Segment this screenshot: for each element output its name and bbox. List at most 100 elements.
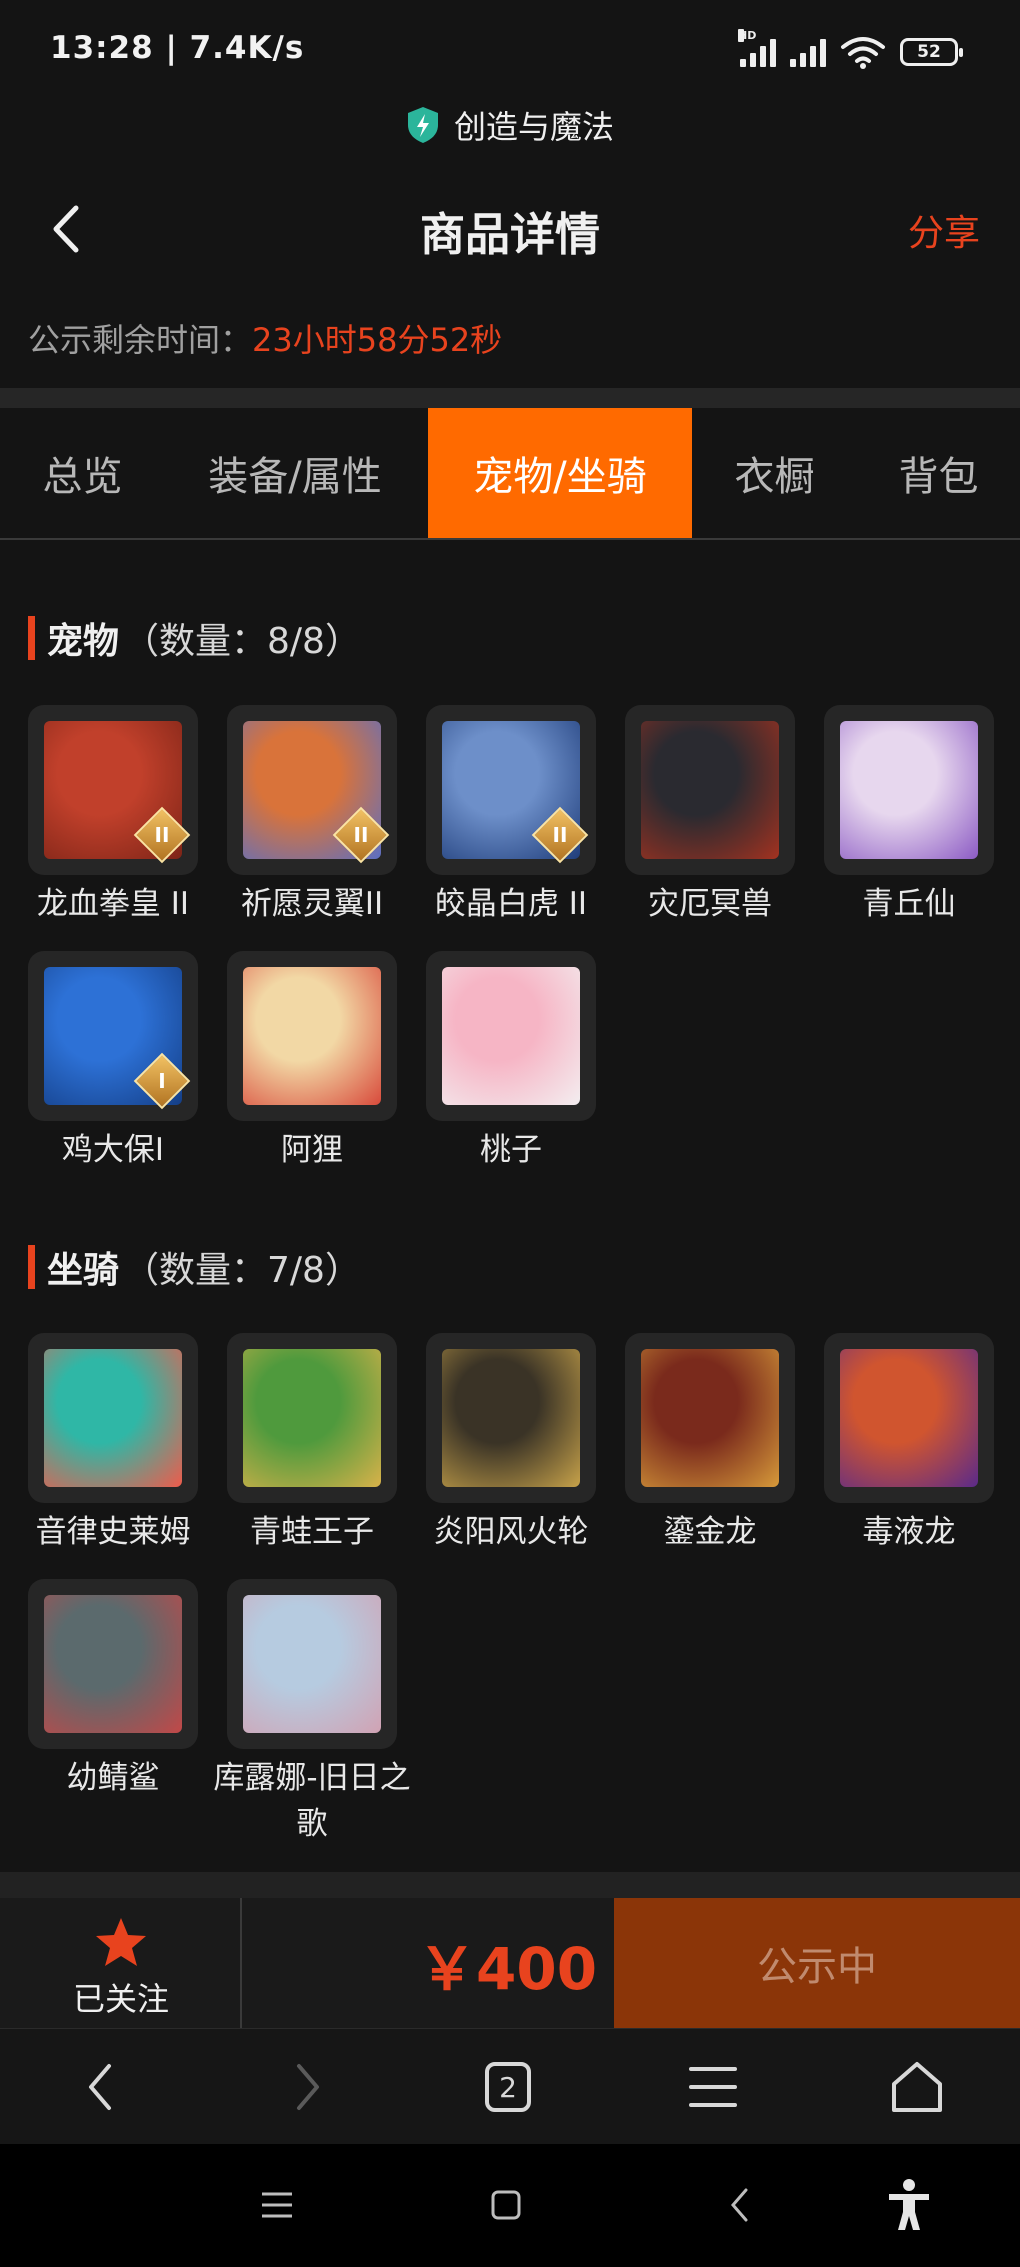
status-bar: 13:28 | 7.4K/s HD 52 bbox=[0, 0, 1020, 100]
tab-equipment[interactable]: 装备/属性 bbox=[165, 408, 425, 538]
share-button[interactable]: 分享 bbox=[908, 204, 980, 256]
tier-badge-label: I bbox=[158, 1069, 166, 1093]
pets-grid: II 龙血拳皇 II II 祈愿灵翼II II 皎晶白虎 II 灾厄冥兽 青丘仙 I 鸡大保I 阿狸… bbox=[28, 705, 1008, 1185]
divider bbox=[0, 1872, 1020, 1898]
mount-item[interactable]: 毒液龙 bbox=[824, 1333, 994, 1555]
status-button[interactable]: 公示中 bbox=[614, 1898, 1020, 2028]
shield-bolt-icon bbox=[407, 107, 438, 143]
pet-artwork bbox=[243, 967, 381, 1105]
mount-artwork bbox=[641, 1349, 779, 1487]
tab-bar: 总览 装备/属性 宠物/坐骑 衣橱 背包 bbox=[0, 408, 1020, 540]
wifi-icon bbox=[841, 37, 885, 69]
pet-item[interactable]: 青丘仙 bbox=[824, 705, 994, 927]
pet-thumbnail bbox=[625, 705, 795, 875]
mount-item[interactable]: 鎏金龙 bbox=[625, 1333, 795, 1555]
browser-back-icon[interactable] bbox=[70, 2057, 130, 2117]
mount-thumbnail bbox=[28, 1579, 198, 1749]
pet-item[interactable]: 桃子 bbox=[426, 951, 596, 1173]
pet-item[interactable]: 灾厄冥兽 bbox=[625, 705, 795, 927]
mount-item[interactable]: 音律史莱姆 bbox=[28, 1333, 198, 1555]
pet-name: 鸡大保I bbox=[61, 1132, 165, 1168]
pet-thumbnail: II bbox=[28, 705, 198, 875]
pet-thumbnail: I bbox=[28, 951, 198, 1121]
tier-badge-label: II bbox=[353, 823, 369, 847]
browser-nav: 2 bbox=[0, 2028, 1020, 2144]
pet-name: 祈愿灵翼II bbox=[240, 886, 384, 922]
page-title: 商品详情 bbox=[419, 208, 600, 261]
follow-button[interactable]: 已关注 bbox=[0, 1898, 242, 2028]
countdown-value: 23小时58分52秒 bbox=[252, 321, 503, 359]
mount-name: 毒液龙 bbox=[862, 1514, 956, 1550]
pet-artwork bbox=[840, 721, 978, 859]
mount-name: 幼鲭鲨 bbox=[66, 1760, 160, 1796]
app-badge: 创造与魔法 bbox=[0, 100, 1020, 150]
tab-wardrobe[interactable]: 衣橱 bbox=[692, 408, 857, 538]
mount-artwork bbox=[243, 1595, 381, 1733]
browser-menu-icon[interactable] bbox=[683, 2057, 743, 2117]
star-icon bbox=[96, 1918, 146, 1966]
mount-artwork bbox=[243, 1349, 381, 1487]
tier-badge-label: II bbox=[552, 823, 568, 847]
mount-name: 鎏金龙 bbox=[663, 1514, 757, 1550]
mount-name: 青蛙王子 bbox=[250, 1514, 374, 1550]
mount-thumbnail bbox=[28, 1333, 198, 1503]
mount-thumbnail bbox=[227, 1579, 397, 1749]
browser-tabs-button[interactable]: 2 bbox=[478, 2057, 538, 2117]
pet-thumbnail: II bbox=[426, 705, 596, 875]
pet-name: 灾厄冥兽 bbox=[648, 886, 772, 922]
pets-title: 宠物 bbox=[47, 621, 120, 662]
pet-item[interactable]: II 龙血拳皇 II bbox=[28, 705, 198, 927]
mounts-count: （数量：7/8） bbox=[123, 1250, 361, 1291]
accessibility-icon[interactable] bbox=[884, 2179, 934, 2230]
mount-name: 库露娜-旧日之歌 bbox=[213, 1760, 411, 1842]
mount-artwork bbox=[44, 1595, 182, 1733]
browser-home-icon[interactable] bbox=[887, 2057, 947, 2117]
page-header: 商品详情 分享 bbox=[0, 180, 1020, 280]
mount-thumbnail bbox=[426, 1333, 596, 1503]
tab-pets-mounts[interactable]: 宠物/坐骑 bbox=[428, 408, 692, 538]
pet-name: 桃子 bbox=[480, 1132, 542, 1168]
pet-item[interactable]: 阿狸 bbox=[227, 951, 397, 1173]
mount-thumbnail bbox=[625, 1333, 795, 1503]
action-bar: 已关注 ￥400 公示中 bbox=[0, 1898, 1020, 2028]
recents-icon[interactable] bbox=[252, 2180, 302, 2230]
tab-backpack[interactable]: 背包 bbox=[857, 408, 1020, 538]
app-name: 创造与魔法 bbox=[453, 108, 614, 146]
mount-name: 音律史莱姆 bbox=[35, 1514, 191, 1550]
pet-item[interactable]: II 皎晶白虎 II bbox=[426, 705, 596, 927]
countdown: 公示剩余时间：23小时58分52秒 bbox=[28, 315, 502, 361]
signal-hd-icon: HD bbox=[738, 29, 776, 67]
home-icon[interactable] bbox=[481, 2180, 531, 2230]
pet-artwork bbox=[641, 721, 779, 859]
system-nav bbox=[0, 2144, 1020, 2267]
pet-name: 皎晶白虎 II bbox=[434, 886, 588, 922]
mount-item[interactable]: 幼鲭鲨 bbox=[28, 1579, 198, 1801]
tab-overview[interactable]: 总览 bbox=[0, 408, 165, 538]
pet-name: 龙血拳皇 II bbox=[36, 886, 190, 922]
back-icon[interactable] bbox=[715, 2180, 765, 2230]
divider bbox=[0, 388, 1020, 408]
browser-forward-icon[interactable] bbox=[278, 2057, 338, 2117]
status-icons: HD 52 bbox=[738, 29, 963, 72]
tier-badge-label: II bbox=[154, 823, 170, 847]
pet-item[interactable]: I 鸡大保I bbox=[28, 951, 198, 1173]
mount-item[interactable]: 库露娜-旧日之歌 bbox=[213, 1579, 411, 1847]
mount-item[interactable]: 青蛙王子 bbox=[227, 1333, 397, 1555]
mounts-title: 坐骑 bbox=[47, 1250, 120, 1291]
pet-item[interactable]: II 祈愿灵翼II bbox=[227, 705, 397, 927]
tab-count: 2 bbox=[485, 2062, 531, 2112]
mount-artwork bbox=[840, 1349, 978, 1487]
signal-hd-label: HD bbox=[738, 29, 757, 42]
mount-thumbnail bbox=[227, 1333, 397, 1503]
status-time: 13:28 | 7.4K/s bbox=[50, 30, 305, 66]
battery-icon: 52 bbox=[900, 38, 963, 66]
mounts-section-header: 坐骑 （数量：7/8） bbox=[28, 1242, 361, 1292]
pet-thumbnail bbox=[426, 951, 596, 1121]
pet-thumbnail bbox=[227, 951, 397, 1121]
signal-icon bbox=[790, 37, 826, 67]
mount-item[interactable]: 炎阳风火轮 bbox=[426, 1333, 596, 1555]
mount-name: 炎阳风火轮 bbox=[433, 1514, 589, 1550]
mount-thumbnail bbox=[824, 1333, 994, 1503]
section-marker bbox=[28, 616, 35, 660]
mount-artwork bbox=[44, 1349, 182, 1487]
